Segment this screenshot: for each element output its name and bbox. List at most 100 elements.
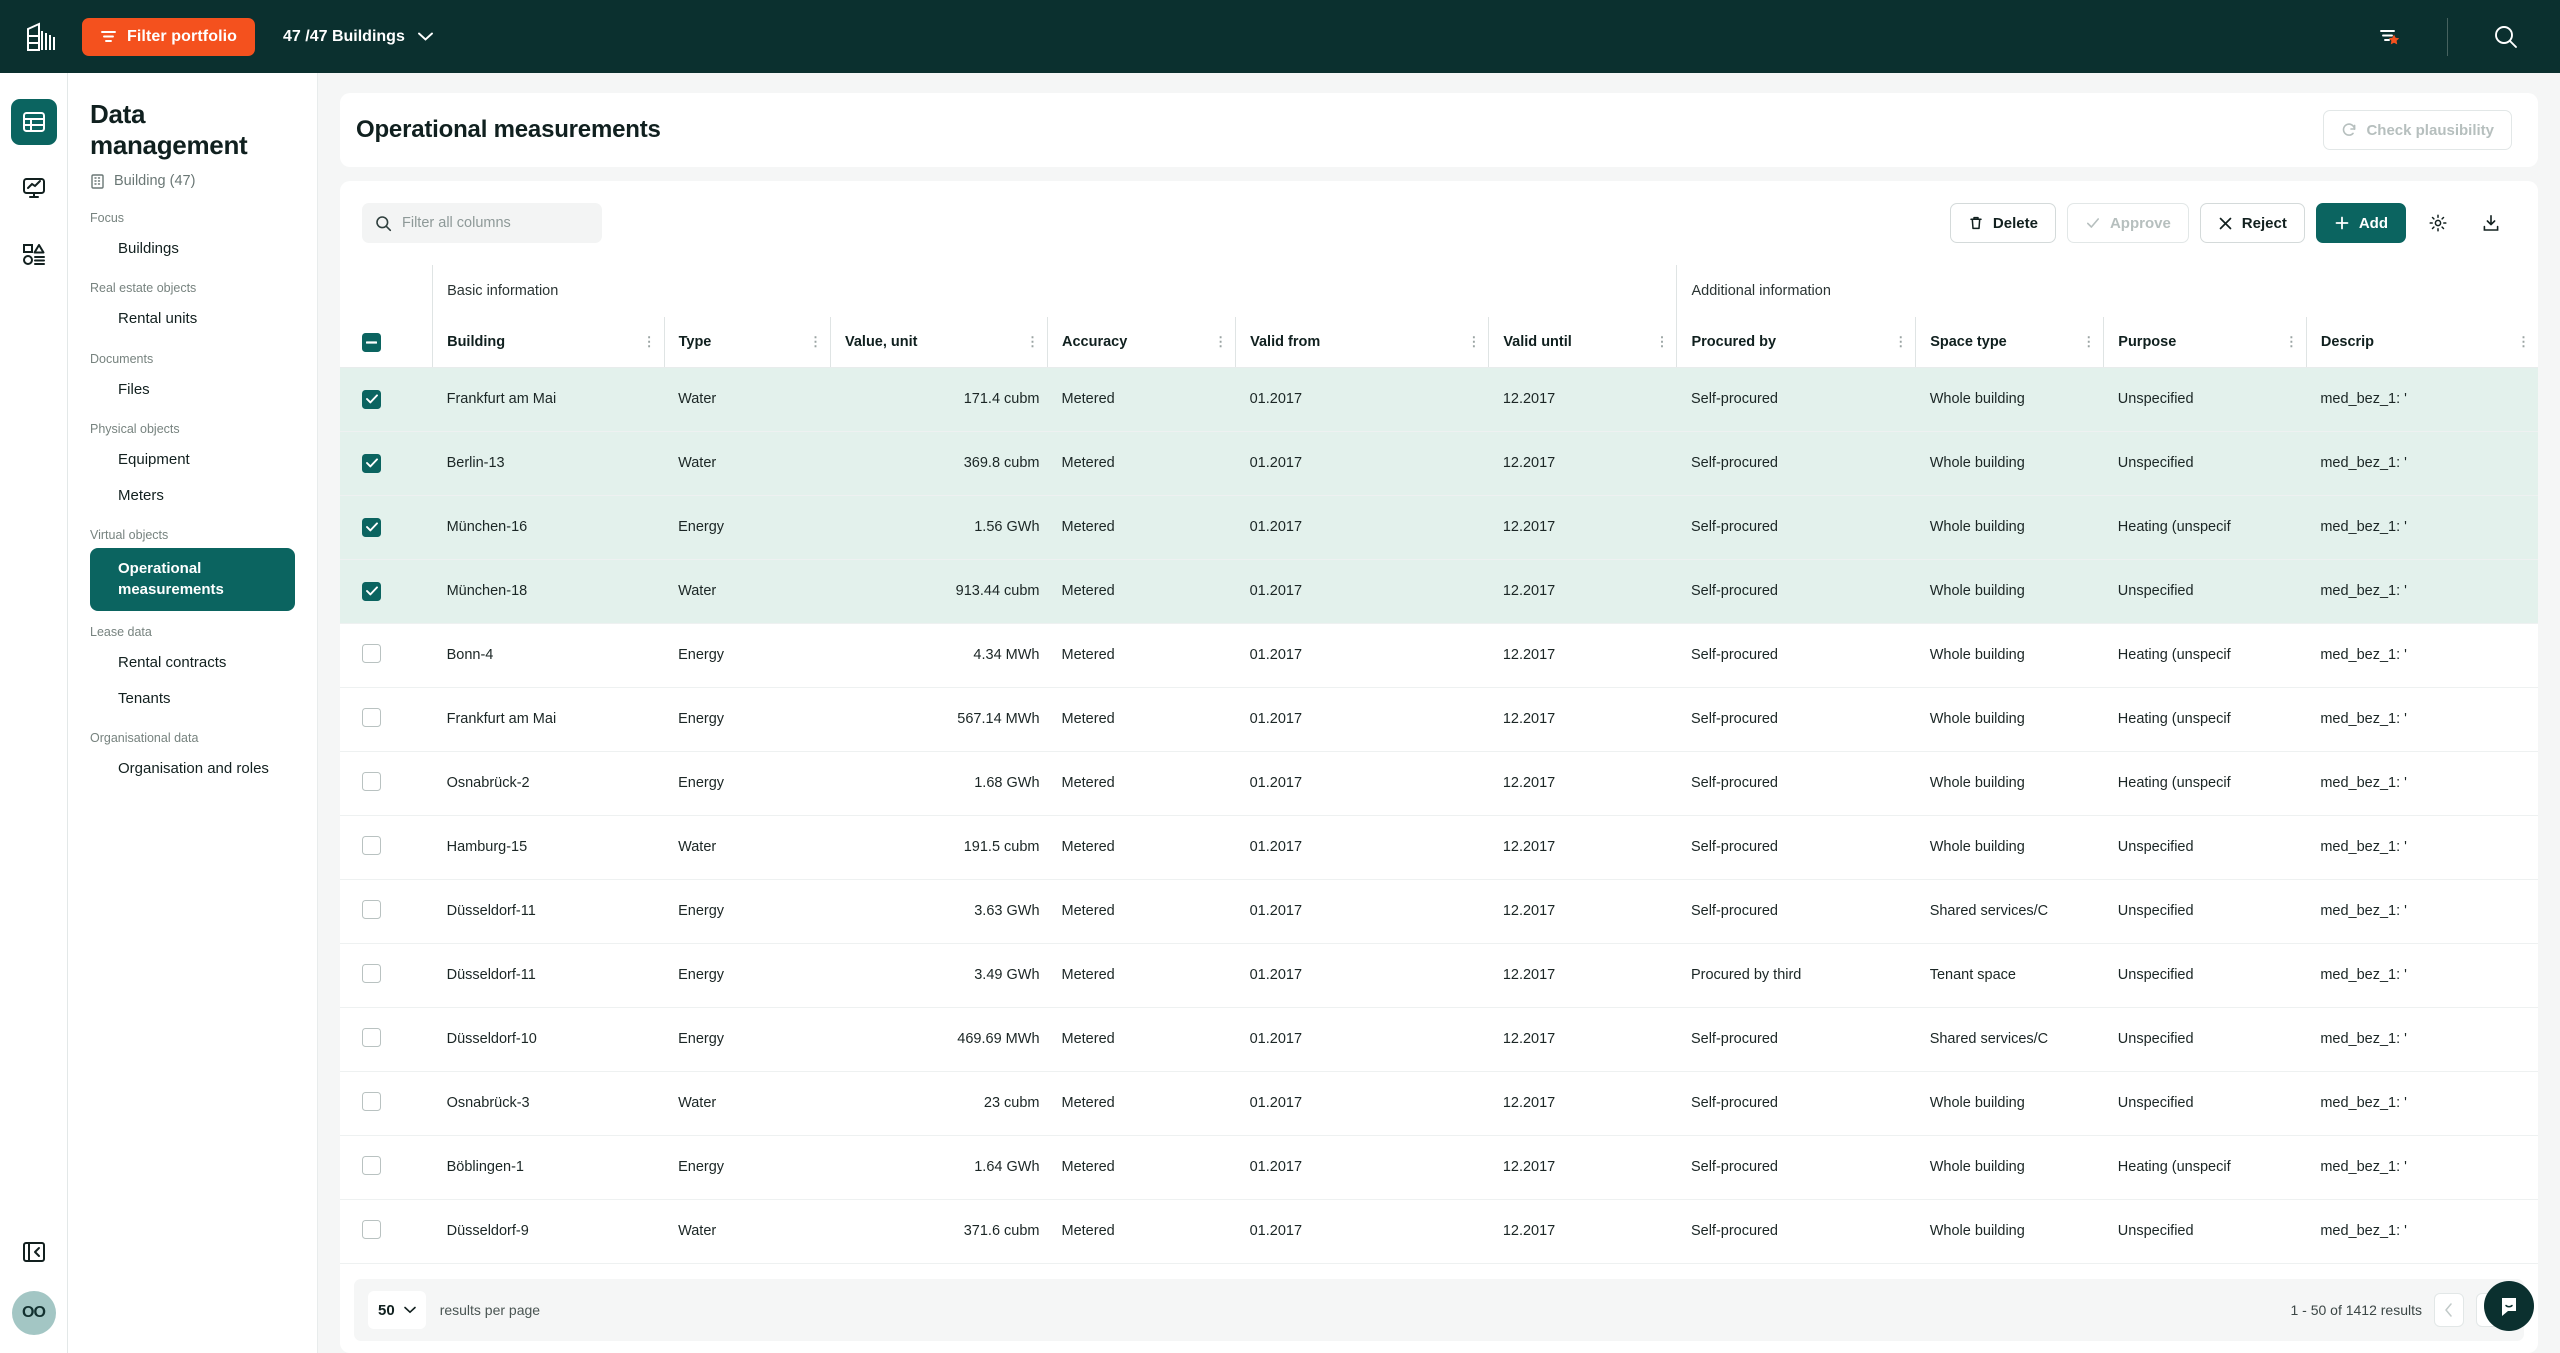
col-label: Space type xyxy=(1930,333,2007,350)
row-checkbox[interactable] xyxy=(362,1155,381,1175)
table-row[interactable]: Osnabrück-2 Energy 1.68 GWh Metered 01.2017 1… xyxy=(340,751,2538,816)
column-header-valid-until[interactable]: Valid until ⋮ xyxy=(1488,317,1677,368)
row-select-cell[interactable] xyxy=(340,751,433,816)
column-menu-icon[interactable]: ⋮ xyxy=(1467,335,1480,348)
results-per-page-select[interactable]: 50 xyxy=(368,1291,426,1329)
avatar[interactable]: OO xyxy=(11,1291,56,1335)
prev-page-button[interactable] xyxy=(2434,1293,2464,1327)
column-header-valid-from[interactable]: Valid from ⋮ xyxy=(1235,317,1489,368)
row-checkbox[interactable] xyxy=(362,1027,381,1047)
row-select-cell[interactable] xyxy=(340,943,433,1008)
table-row[interactable]: Düsseldorf-11 Energy 3.63 GWh Metered 01.201… xyxy=(340,879,2538,944)
column-menu-icon[interactable]: ⋮ xyxy=(2517,335,2530,348)
approve-button[interactable]: Approve xyxy=(2066,203,2189,243)
sidebar-item-organisation-and-roles[interactable]: Organisation and roles xyxy=(90,751,295,787)
table-row[interactable]: Bonn-4 Energy 4.34 MWh Metered 01.2017 12.201… xyxy=(340,623,2538,688)
row-select-cell[interactable] xyxy=(340,879,433,944)
delete-button[interactable]: Delete xyxy=(1949,203,2056,243)
row-checkbox[interactable] xyxy=(362,389,381,409)
nav-group-label: Virtual objects xyxy=(90,528,169,543)
collapse-panel-icon[interactable] xyxy=(21,1239,47,1265)
column-menu-icon[interactable]: ⋮ xyxy=(2082,335,2095,348)
search-input[interactable] xyxy=(402,215,589,231)
search-icon[interactable] xyxy=(2478,0,2534,73)
table-row[interactable]: Frankfurt am Mai Water 171.4 cubm Metered 01… xyxy=(340,367,2538,432)
row-select-cell[interactable] xyxy=(340,1071,433,1136)
table-row[interactable]: Düsseldorf-11 Energy 3.49 GWh Metered 01.201… xyxy=(340,943,2538,1008)
sidebar-item-rental-units[interactable]: Rental units xyxy=(90,301,295,337)
sidebar-item-buildings[interactable]: Buildings xyxy=(90,231,295,267)
column-menu-icon[interactable]: ⋮ xyxy=(643,335,656,348)
row-select-cell[interactable] xyxy=(340,623,433,688)
row-select-cell[interactable] xyxy=(340,367,433,432)
cell-accuracy: Metered xyxy=(1047,559,1236,624)
column-header-description[interactable]: Descrip ⋮ xyxy=(2305,317,2538,368)
row-checkbox[interactable] xyxy=(362,707,381,727)
row-checkbox[interactable] xyxy=(362,835,381,855)
table-row[interactable]: Osnabrück-3 Water 23 cubm Metered 01.2017 12.… xyxy=(340,1071,2538,1136)
table-row[interactable]: Frankfurt am Mai Energy 567.14 MWh Metered 0… xyxy=(340,687,2538,752)
row-checkbox[interactable] xyxy=(362,517,381,537)
sidebar-item-files[interactable]: Files xyxy=(90,372,295,408)
reject-button[interactable]: Reject xyxy=(2199,203,2305,243)
filter-star-icon[interactable] xyxy=(2361,0,2417,73)
column-menu-icon[interactable]: ⋮ xyxy=(2285,335,2298,348)
table-row[interactable]: Berlin-13 Water 369.8 cubm Metered 01.2017 12… xyxy=(340,431,2538,496)
rail-item-data-management[interactable] xyxy=(10,99,57,145)
check-plausibility-button[interactable]: Check plausibility xyxy=(2323,110,2512,150)
column-menu-icon[interactable]: ⋮ xyxy=(1026,335,1039,348)
row-checkbox[interactable] xyxy=(362,453,381,473)
chat-bubble-icon[interactable] xyxy=(2484,1281,2534,1331)
row-select-cell[interactable] xyxy=(340,559,433,624)
column-header-building[interactable]: Building ⋮ xyxy=(432,317,665,368)
column-header-space-type[interactable]: Space type ⋮ xyxy=(1915,317,2104,368)
select-all-checkbox[interactable] xyxy=(362,332,381,352)
add-button[interactable]: Add xyxy=(2315,203,2406,243)
rail-item-analytics[interactable] xyxy=(11,165,57,211)
building-logo-icon[interactable] xyxy=(16,12,68,62)
sidebar-item-rental-contracts[interactable]: Rental contracts xyxy=(90,645,295,681)
column-menu-icon[interactable]: ⋮ xyxy=(1214,335,1227,348)
buildings-selector[interactable]: 47 /47 Buildings xyxy=(283,28,433,46)
table-row[interactable]: München-16 Energy 1.56 GWh Metered 01.2017 12… xyxy=(340,495,2538,560)
table-row[interactable]: München-18 Water 913.44 cubm Metered 01.2017… xyxy=(340,559,2538,624)
sidebar-item-meters[interactable]: Meters xyxy=(90,478,295,514)
row-select-cell[interactable] xyxy=(340,431,433,496)
table-row[interactable]: Düsseldorf-10 Energy 469.69 MWh Metered 01.2… xyxy=(340,1007,2538,1072)
cell-purpose: Unspecified xyxy=(2103,1007,2307,1072)
row-select-cell[interactable] xyxy=(340,1007,433,1072)
sidebar-item-operational-measurements[interactable]: Operational measurements xyxy=(90,548,295,611)
column-header-procured-by[interactable]: Procured by ⋮ xyxy=(1676,317,1916,368)
column-menu-icon[interactable]: ⋮ xyxy=(809,335,822,348)
row-select-cell[interactable] xyxy=(340,495,433,560)
sidebar-item-equipment[interactable]: Equipment xyxy=(90,442,295,478)
table-row[interactable]: Hamburg-15 Water 191.5 cubm Metered 01.2017 1… xyxy=(340,815,2538,880)
row-checkbox[interactable] xyxy=(362,1219,381,1239)
rail-item-shapes[interactable] xyxy=(11,231,57,277)
row-checkbox[interactable] xyxy=(362,1091,381,1111)
cell-accuracy: Metered xyxy=(1047,687,1236,752)
search-box[interactable] xyxy=(362,203,602,243)
row-select-cell[interactable] xyxy=(340,815,433,880)
table-scroll-area[interactable]: Basic information Additional information xyxy=(340,265,2538,1271)
row-select-cell[interactable] xyxy=(340,1199,433,1264)
gear-icon[interactable] xyxy=(2417,203,2459,243)
download-icon[interactable] xyxy=(2470,203,2512,243)
column-header-type[interactable]: Type ⋮ xyxy=(663,317,831,368)
row-checkbox[interactable] xyxy=(362,643,381,663)
column-header-purpose[interactable]: Purpose ⋮ xyxy=(2103,317,2307,368)
row-checkbox[interactable] xyxy=(362,963,381,983)
table-row[interactable]: Böblingen-1 Energy 1.64 GWh Metered 01.2017 1… xyxy=(340,1135,2538,1200)
sidebar-item-tenants[interactable]: Tenants xyxy=(90,681,295,717)
column-header-accuracy[interactable]: Accuracy ⋮ xyxy=(1047,317,1236,368)
filter-portfolio-button[interactable]: Filter portfolio xyxy=(82,17,256,56)
row-select-cell[interactable] xyxy=(340,687,433,752)
row-checkbox[interactable] xyxy=(362,899,381,919)
row-checkbox[interactable] xyxy=(362,771,381,791)
table-row[interactable]: Düsseldorf-9 Water 371.6 cubm Metered 01.201… xyxy=(340,1199,2538,1264)
column-menu-icon[interactable]: ⋮ xyxy=(1655,335,1668,348)
row-checkbox[interactable] xyxy=(362,581,381,601)
column-menu-icon[interactable]: ⋮ xyxy=(1894,335,1907,348)
row-select-cell[interactable] xyxy=(340,1135,433,1200)
column-header-value[interactable]: Value, unit ⋮ xyxy=(829,317,1048,368)
